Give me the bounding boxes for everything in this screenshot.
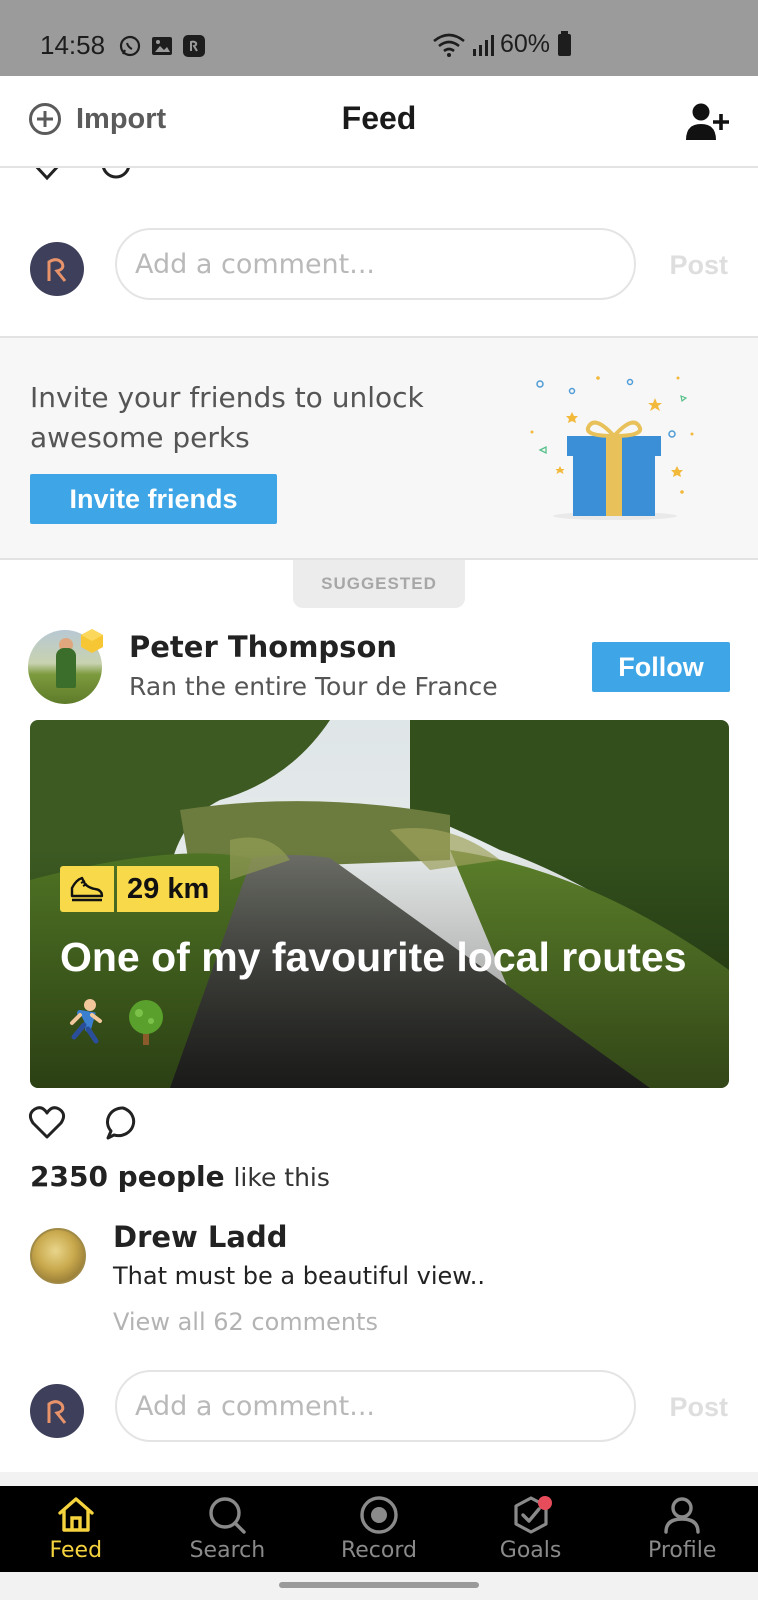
plus-circle-icon	[29, 103, 61, 135]
whatsapp-icon	[119, 35, 141, 57]
comment-input[interactable]	[115, 1370, 636, 1442]
divider	[0, 1472, 758, 1486]
suggested-label: SUGGESTED	[293, 560, 465, 608]
post-comment-button[interactable]: Post	[669, 250, 728, 281]
goals-notification-dot	[537, 1496, 552, 1510]
post-title-text: One of my favourite local routes	[60, 934, 687, 980]
comment-row-bottom: Post	[0, 1370, 758, 1450]
commenter-name[interactable]: Drew Ladd	[113, 1220, 288, 1254]
post-title: One of my favourite local routes	[60, 926, 690, 1050]
likes-summary: 2350 people like this	[30, 1160, 330, 1193]
search-icon	[209, 1497, 247, 1534]
shoe-icon	[60, 866, 114, 912]
import-button[interactable]: Import	[28, 102, 166, 136]
post-actions	[28, 1104, 142, 1142]
distance-tag: 29 km	[60, 866, 220, 912]
battery-icon	[558, 30, 572, 56]
comment-bubble-icon[interactable]	[104, 1104, 142, 1142]
runr-logo-icon	[47, 1400, 67, 1424]
commenter-avatar[interactable]	[30, 1228, 86, 1284]
wifi-icon	[433, 33, 465, 57]
app-notification-icon	[183, 35, 205, 57]
invite-text: Invite your friends to unlock awesome pe…	[30, 381, 424, 454]
record-icon	[360, 1496, 398, 1534]
distance-value: 29 km	[117, 866, 220, 912]
runner-emoji-icon	[70, 999, 102, 1044]
current-user-avatar	[30, 1384, 84, 1438]
home-icon	[58, 1497, 94, 1532]
nav-label: Record	[340, 1538, 417, 1563]
invite-friends-button[interactable]: Invite friends	[30, 474, 277, 524]
partial-like-comment-icons	[35, 168, 130, 181]
post-image[interactable]: 29 km One of my favourite local routes	[30, 720, 729, 1088]
nav-goals[interactable]: Goals	[455, 1486, 607, 1572]
status-notification-icons	[118, 34, 206, 58]
status-time: 14:58	[40, 30, 106, 60]
nav-record[interactable]: Record	[303, 1486, 455, 1572]
nav-label: Goals	[499, 1538, 562, 1563]
nav-profile[interactable]: Profile	[606, 1486, 758, 1572]
comment-text: That must be a beautiful view..	[113, 1262, 485, 1290]
app-header: Import Feed	[0, 76, 758, 168]
post-comment-button[interactable]: Post	[669, 1392, 728, 1423]
current-user-avatar	[30, 242, 84, 296]
add-user-icon	[686, 103, 729, 140]
nav-label: Feed	[49, 1538, 103, 1563]
invite-banner: Invite your friends to unlock awesome pe…	[0, 336, 758, 560]
view-all-comments-link[interactable]: View all 62 comments	[113, 1308, 378, 1336]
tree-emoji-icon	[129, 1000, 164, 1046]
profile-icon	[664, 1497, 700, 1534]
likes-suffix: like this	[233, 1163, 330, 1192]
like-heart-icon[interactable]	[28, 1104, 66, 1142]
signal-icon	[473, 34, 494, 56]
author-name[interactable]: Peter Thompson	[129, 630, 397, 664]
author-subtitle: Ran the entire Tour de France	[129, 672, 498, 701]
add-friend-button[interactable]	[686, 102, 730, 146]
comment-input[interactable]	[115, 228, 636, 300]
gallery-icon	[152, 37, 172, 55]
hexagon-badge-icon	[81, 629, 103, 653]
runr-logo-icon	[47, 258, 67, 282]
status-bar: 14:58 60%	[0, 0, 758, 76]
likes-count[interactable]: 2350 people	[30, 1160, 225, 1193]
battery-percent: 60%	[500, 30, 551, 58]
nav-label: Profile	[647, 1538, 717, 1563]
gesture-bar-area	[0, 1572, 758, 1600]
home-gesture-bar[interactable]	[279, 1582, 479, 1588]
import-label: Import	[76, 102, 167, 135]
bottom-nav: Feed Search Record Goals Profile	[0, 1486, 758, 1572]
nav-feed[interactable]: Feed	[0, 1486, 152, 1572]
comment-row-top: Post	[0, 228, 758, 308]
previous-post-actions	[30, 168, 150, 184]
nav-label: Search	[189, 1538, 266, 1563]
status-system-icons: 60%	[432, 30, 572, 59]
gift-icon	[530, 376, 694, 520]
nav-search[interactable]: Search	[152, 1486, 304, 1572]
follow-button[interactable]: Follow	[592, 642, 730, 692]
